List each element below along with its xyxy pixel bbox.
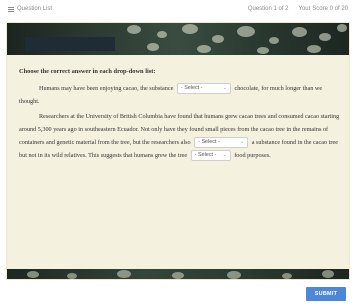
progress-info: Question 1 of 2 Your Score 0 of 20 — [248, 6, 348, 12]
banner-title-block — [25, 37, 115, 51]
p2-text-after: food purposes. — [234, 152, 271, 159]
list-icon — [8, 6, 14, 12]
paragraph-2: Researchers at the University of British… — [19, 110, 341, 162]
dropdown-3-value: - Select - — [194, 152, 217, 159]
question-card: Choose the correct answer in each drop-d… — [6, 22, 350, 280]
footer-image-strip — [7, 269, 349, 279]
chevron-down-icon: ⌄ — [222, 85, 227, 92]
instruction-text: Choose the correct answer in each drop-d… — [19, 68, 156, 75]
chevron-down-icon: ⌄ — [239, 139, 245, 146]
dropdown-3[interactable]: - Select - ⌄ — [190, 150, 231, 162]
paragraph-1: Humans may have been enjoying cacao, the… — [19, 82, 341, 108]
dropdown-2[interactable]: - Select - ⌄ — [194, 137, 249, 149]
dropdown-2-value: - Select - — [198, 139, 220, 146]
score-display: Your Score 0 of 20 — [298, 6, 348, 12]
top-bar: Question List Question 1 of 2 Your Score… — [0, 0, 356, 18]
banner-image — [7, 23, 349, 55]
chevron-down-icon: ⌄ — [222, 152, 227, 159]
question-counter: Question 1 of 2 — [247, 6, 289, 12]
submit-button[interactable]: SUBMIT — [306, 287, 346, 301]
question-list-label: Question List — [17, 6, 53, 12]
question-content: Choose the correct answer in each drop-d… — [19, 65, 341, 164]
p1-text-before: Humans may have been enjoying cacao, the… — [39, 85, 174, 92]
question-list-link[interactable]: Question List — [8, 6, 52, 12]
dropdown-1[interactable]: - Select - ⌄ — [176, 83, 231, 95]
dropdown-1-value: - Select - — [180, 85, 203, 92]
